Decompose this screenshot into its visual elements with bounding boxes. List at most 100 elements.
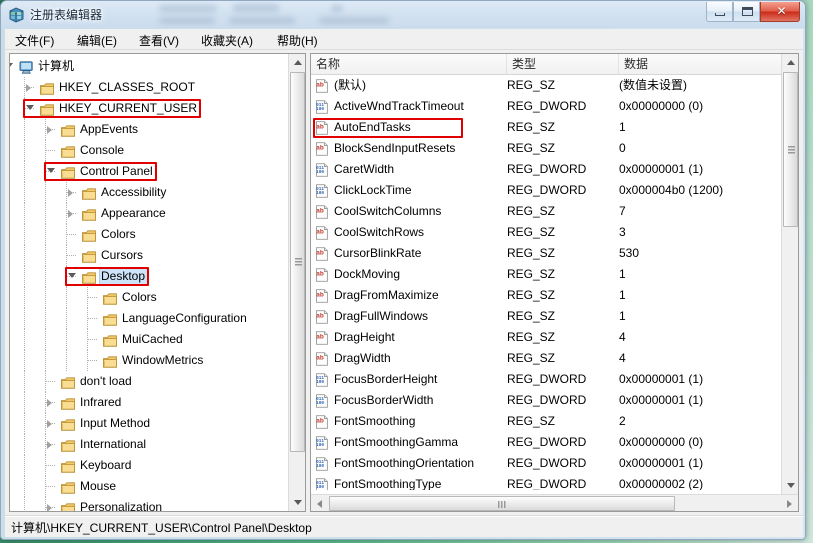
- titlebar[interactable]: 注册表编辑器 ✕: [1, 1, 806, 28]
- tree-item-label: HKEY_CURRENT_USER: [59, 98, 197, 119]
- expand-arrow-icon[interactable]: [47, 126, 52, 134]
- value-data: 0x00000001 (1): [619, 159, 703, 180]
- list-scroll-down-button[interactable]: [782, 477, 799, 494]
- expand-arrow-icon[interactable]: [47, 399, 52, 407]
- value-row[interactable]: abDragHeightREG_SZ4: [311, 327, 781, 348]
- list-vertical-scrollbar[interactable]: [781, 54, 798, 494]
- menu-item-4[interactable]: 帮助(H): [275, 32, 320, 48]
- tree-connector: [45, 266, 46, 287]
- value-row[interactable]: 011100ClickLockTimeREG_DWORD0x000004b0 (…: [311, 180, 781, 201]
- svg-text:100: 100: [316, 380, 324, 385]
- collapse-arrow-icon[interactable]: [26, 105, 34, 110]
- tree-connector: [67, 255, 76, 256]
- menu-item-2[interactable]: 查看(V): [137, 32, 181, 48]
- column-header-1[interactable]: 类型: [507, 54, 619, 74]
- menubar: 文件(F) 编辑(E) 查看(V) 收藏夹(A) 帮助(H): [5, 29, 803, 50]
- folder-icon: [82, 207, 96, 219]
- list-horizontal-scrollbar[interactable]: [311, 494, 798, 511]
- minimize-button[interactable]: [706, 2, 733, 22]
- tree-scroll-down-button[interactable]: [289, 494, 306, 511]
- menu-item-0[interactable]: 文件(F): [13, 32, 56, 48]
- value-row[interactable]: abAutoEndTasksREG_SZ1: [311, 117, 781, 138]
- value-row[interactable]: abCoolSwitchRowsREG_SZ3: [311, 222, 781, 243]
- expand-arrow-icon[interactable]: [68, 210, 73, 218]
- tree-connector: [66, 308, 67, 329]
- value-row[interactable]: 011100FontSmoothingGammaREG_DWORD0x00000…: [311, 432, 781, 453]
- value-name: (默认): [334, 75, 366, 96]
- svg-text:ab: ab: [316, 82, 324, 89]
- folder-icon: [103, 291, 117, 303]
- tree-scrollbar-thumb[interactable]: [290, 72, 305, 452]
- value-data: 2: [619, 411, 626, 432]
- expand-arrow-icon[interactable]: [47, 420, 52, 428]
- value-row[interactable]: 011100FontSmoothingTypeREG_DWORD0x000000…: [311, 474, 781, 490]
- folder-icon: [61, 375, 75, 387]
- column-header-0[interactable]: 名称: [311, 54, 507, 74]
- value-type: REG_SZ: [507, 243, 555, 264]
- value-row[interactable]: abFontSmoothingREG_SZ2: [311, 411, 781, 432]
- value-row[interactable]: 011100FocusBorderHeightREG_DWORD0x000000…: [311, 369, 781, 390]
- list-scroll-up-button[interactable]: [782, 54, 799, 71]
- string-value-icon: ab: [315, 352, 329, 366]
- value-name: FocusBorderHeight: [334, 369, 437, 390]
- expand-arrow-icon[interactable]: [68, 189, 73, 197]
- maximize-button[interactable]: [733, 2, 760, 22]
- value-row[interactable]: 011100CaretWidthREG_DWORD0x00000001 (1): [311, 159, 781, 180]
- value-row[interactable]: 011100ActiveWndTrackTimeoutREG_DWORD0x00…: [311, 96, 781, 117]
- value-name: DragFromMaximize: [334, 285, 439, 306]
- tree-connector: [24, 182, 25, 203]
- registry-values-pane[interactable]: 名称类型数据 ab(默认)REG_SZ(数值未设置)011100ActiveWn…: [310, 53, 799, 512]
- value-name: DockMoving: [334, 264, 400, 285]
- value-row[interactable]: abCursorBlinkRateREG_SZ530: [311, 243, 781, 264]
- chevron-right-icon: [787, 500, 792, 508]
- svg-text:100: 100: [316, 464, 324, 469]
- value-row[interactable]: abDragWidthREG_SZ4: [311, 348, 781, 369]
- value-type: REG_DWORD: [507, 369, 586, 390]
- value-row[interactable]: abBlockSendInputResetsREG_SZ0: [311, 138, 781, 159]
- list-scroll-left-button[interactable]: [311, 495, 328, 512]
- svg-text:100: 100: [316, 443, 324, 448]
- folder-icon: [61, 123, 75, 135]
- value-data: 0x00000001 (1): [619, 369, 703, 390]
- computer-icon: [19, 60, 33, 72]
- column-header-2[interactable]: 数据: [619, 54, 798, 74]
- close-icon: ✕: [776, 6, 787, 17]
- tree-connector: [45, 329, 46, 350]
- svg-text:ab: ab: [316, 418, 324, 425]
- value-name: ClickLockTime: [334, 180, 412, 201]
- folder-icon: [103, 354, 117, 366]
- list-scroll-right-button[interactable]: [781, 495, 798, 512]
- tree-connector: [45, 203, 46, 224]
- expand-arrow-icon[interactable]: [47, 441, 52, 449]
- folder-icon: [40, 102, 54, 114]
- value-row[interactable]: abCoolSwitchColumnsREG_SZ7: [311, 201, 781, 222]
- value-row[interactable]: abDragFullWindowsREG_SZ1: [311, 306, 781, 327]
- tree-connector: [24, 476, 25, 497]
- list-scrollbar-thumb[interactable]: [783, 72, 798, 227]
- collapse-arrow-icon[interactable]: [68, 273, 76, 278]
- value-row[interactable]: abDockMovingREG_SZ1: [311, 264, 781, 285]
- collapse-arrow-icon[interactable]: [47, 168, 55, 173]
- value-row[interactable]: 011100FocusBorderWidthREG_DWORD0x0000000…: [311, 390, 781, 411]
- menu-item-3[interactable]: 收藏夹(A): [199, 32, 255, 48]
- tree-connector: [45, 308, 46, 329]
- menu-item-1[interactable]: 编辑(E): [75, 32, 119, 48]
- tree-scroll-up-button[interactable]: [289, 54, 306, 71]
- dword-value-icon: 011100: [315, 478, 329, 490]
- expand-arrow-icon[interactable]: [47, 504, 52, 512]
- expand-arrow-icon[interactable]: [26, 84, 31, 92]
- registry-tree-pane[interactable]: 计算机HKEY_CLASSES_ROOTHKEY_CURRENT_USERApp…: [9, 53, 306, 512]
- value-row[interactable]: 011100FontSmoothingOrientationREG_DWORD0…: [311, 453, 781, 474]
- value-row[interactable]: abDragFromMaximizeREG_SZ1: [311, 285, 781, 306]
- close-button[interactable]: ✕: [760, 2, 800, 22]
- tree-vertical-scrollbar[interactable]: [288, 54, 305, 511]
- value-data: 1: [619, 285, 626, 306]
- tree-connector: [24, 203, 25, 224]
- value-row[interactable]: ab(默认)REG_SZ(数值未设置): [311, 75, 781, 96]
- list-hscrollbar-thumb[interactable]: [329, 496, 675, 511]
- tree-connector: [24, 413, 25, 434]
- tree-connector: [45, 182, 46, 203]
- tree-item-label: Desktop: [101, 266, 145, 287]
- collapse-arrow-icon[interactable]: [9, 63, 13, 68]
- tree-connector: [67, 234, 76, 235]
